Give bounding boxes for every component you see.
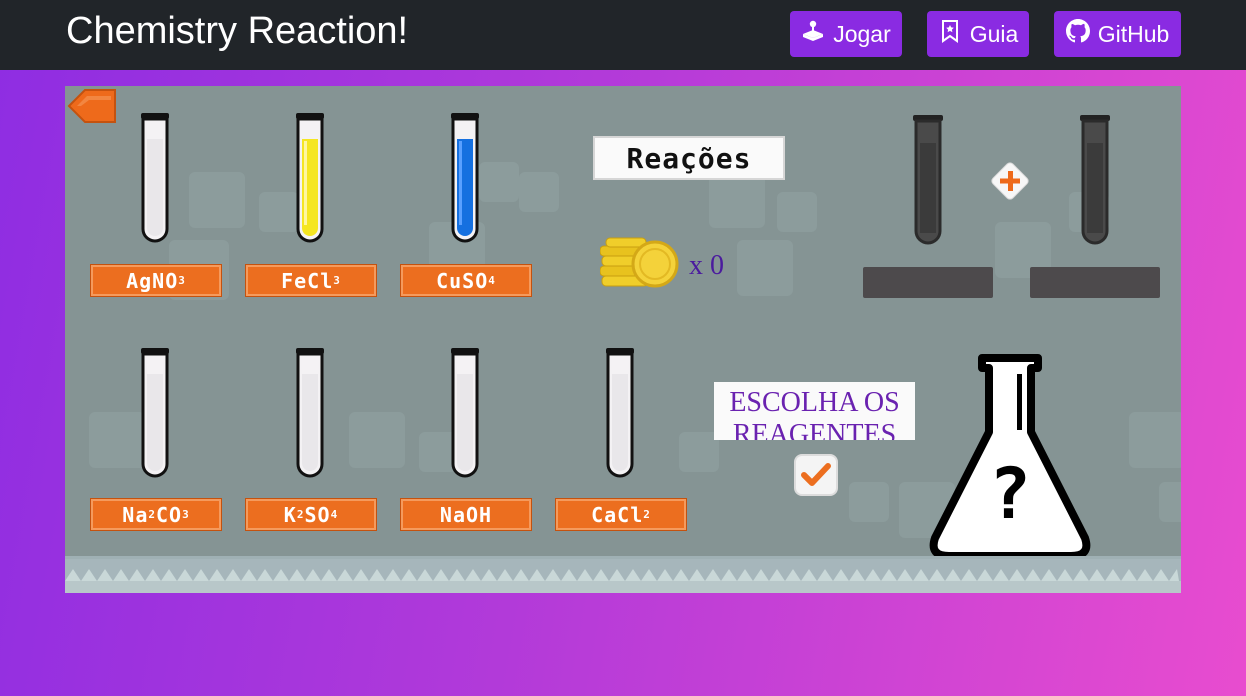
background-tile <box>479 162 519 202</box>
reagent-subscript: 3 <box>182 508 190 521</box>
github-icon <box>1065 19 1090 49</box>
plus-icon[interactable] <box>989 160 1031 202</box>
reagent-formula: FeCl <box>281 268 334 293</box>
svg-text:?: ? <box>989 453 1031 535</box>
reagent-formula: CaCl <box>591 502 644 527</box>
choose-reagents-message: ESCOLHA OS REAGENTES <box>714 382 915 440</box>
background-tile <box>709 172 765 228</box>
background-tile <box>1129 412 1181 468</box>
coins-icon <box>600 237 679 288</box>
background-tile <box>679 432 719 472</box>
reagent-formula: K <box>283 502 297 527</box>
reagent-subscript: 3 <box>178 274 186 287</box>
reagent-formula: CuSO <box>436 268 489 293</box>
reactions-button[interactable]: Reações <box>593 136 785 180</box>
top-navbar: Chemistry Reaction! Jogar Guia GitHub <box>0 0 1246 70</box>
coin-count-value: 0 <box>710 250 724 281</box>
reagent-subscript: 4 <box>330 508 339 521</box>
background-tile <box>189 172 245 228</box>
test-tube-fecl3[interactable] <box>293 111 327 247</box>
reagent-label-fecl3[interactable]: FeCl 3 <box>245 264 377 297</box>
background-tile <box>89 412 145 468</box>
background-tile <box>777 192 817 232</box>
floor-zigzag <box>65 559 1181 593</box>
reagent-label-k2so4[interactable]: K 2 SO 4 <box>245 498 377 531</box>
joystick-icon <box>801 19 825 49</box>
reagent-label-naoh[interactable]: NaOH <box>400 498 532 531</box>
flask-icon: ? <box>929 354 1091 560</box>
background-tile <box>519 172 559 212</box>
reagent-label-cuso4[interactable]: CuSO 4 <box>400 264 532 297</box>
reagent-subscript: 2 <box>296 508 305 521</box>
test-tube-cacl2[interactable] <box>603 346 637 482</box>
reagent-subscript: 4 <box>488 274 496 287</box>
reagent-formula: SO <box>304 502 331 527</box>
background-tile <box>849 482 889 522</box>
reagent-subscript: 2 <box>643 508 651 521</box>
test-tube-na2co3[interactable] <box>138 346 172 482</box>
reaction-slot-tube-1[interactable] <box>911 113 945 249</box>
reagent-formula: AgNO <box>126 268 179 293</box>
guide-button-label: Guia <box>969 20 1019 47</box>
checkmark-icon <box>801 463 831 486</box>
reagent-label-agno3[interactable]: AgNO 3 <box>90 264 222 297</box>
background-tile <box>1159 482 1181 522</box>
github-button[interactable]: GitHub <box>1054 11 1181 57</box>
reaction-slot-base-2 <box>1030 267 1160 298</box>
test-tube-agno3[interactable] <box>138 111 172 247</box>
reagent-label-cacl2[interactable]: CaCl 2 <box>555 498 687 531</box>
reagent-label-na2co3[interactable]: Na 2 CO 3 <box>90 498 222 531</box>
back-arrow-icon[interactable] <box>67 88 117 124</box>
test-tube-cuso4[interactable] <box>448 111 482 247</box>
reaction-slot-base-1 <box>863 267 993 298</box>
background-tile <box>349 412 405 468</box>
github-button-label: GitHub <box>1097 20 1170 47</box>
reaction-slot-tube-2[interactable] <box>1078 113 1112 249</box>
play-button[interactable]: Jogar <box>790 11 902 57</box>
reagent-subscript: 2 <box>148 508 156 521</box>
coin-counter: x 0 <box>689 250 724 282</box>
background-tile <box>737 240 793 296</box>
reagent-formula: Na <box>122 502 149 527</box>
coin-prefix: x <box>689 250 703 281</box>
game-canvas[interactable]: AgNO 3 FeCl 3 CuSO 4 Reações x 0 Na 2 CO… <box>65 86 1181 593</box>
guide-button[interactable]: Guia <box>927 11 1029 57</box>
bookmark-icon <box>938 19 962 49</box>
confirm-button[interactable] <box>794 454 838 496</box>
reagent-formula: NaOH <box>439 502 493 527</box>
reagent-formula: CO <box>156 502 183 527</box>
play-button-label: Jogar <box>833 20 891 47</box>
brand-title[interactable]: Chemistry Reaction! <box>66 10 408 53</box>
test-tube-k2so4[interactable] <box>293 346 327 482</box>
reagent-subscript: 3 <box>333 274 341 287</box>
test-tube-naoh[interactable] <box>448 346 482 482</box>
